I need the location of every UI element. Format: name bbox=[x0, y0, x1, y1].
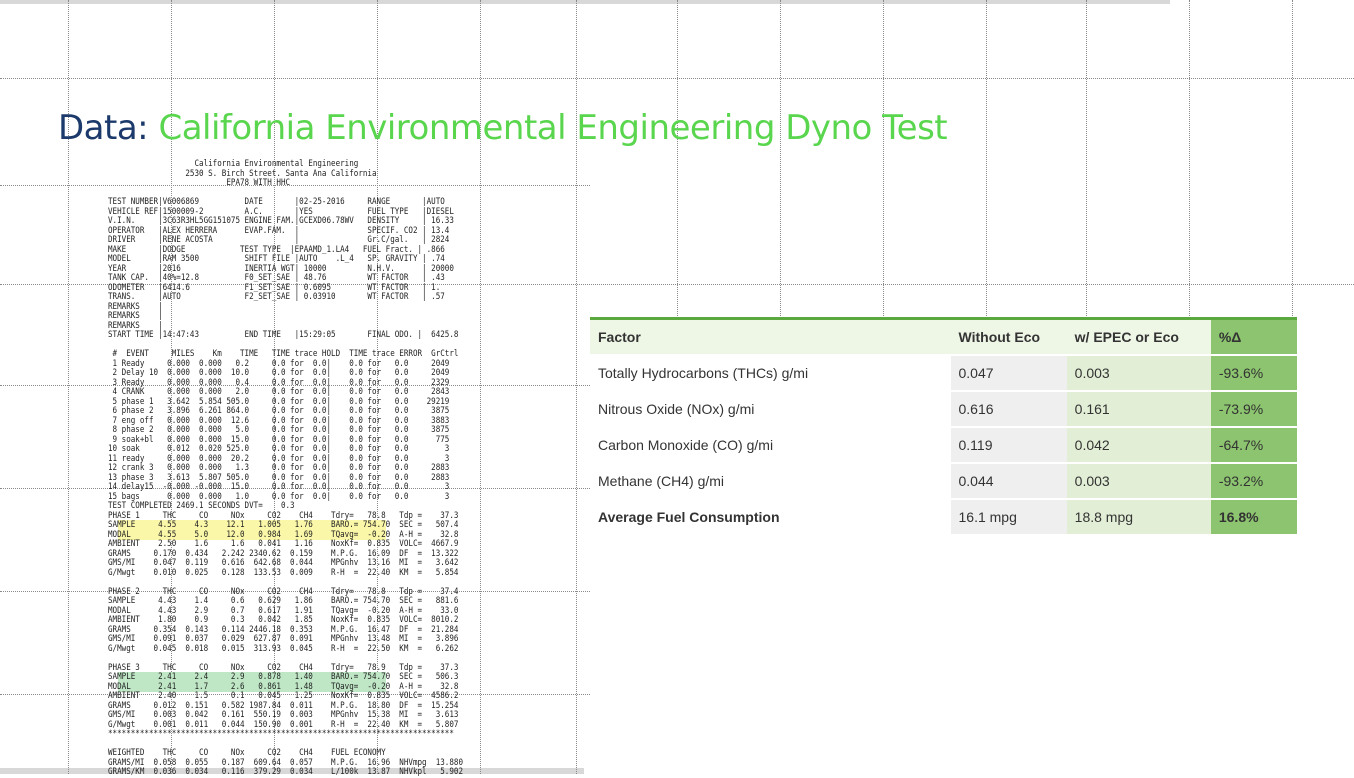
header-factor: Factor bbox=[590, 317, 951, 356]
page-title: Data: California Environmental Engineeri… bbox=[58, 108, 948, 148]
table-header-row: Factor Without Eco w/ EPEC or Eco %Δ bbox=[590, 317, 1297, 356]
cell-factor: Totally Hydrocarbons (THCs) g/mi bbox=[590, 355, 951, 392]
header-with-epec: w/ EPEC or Eco bbox=[1066, 317, 1211, 356]
cell-delta: 16.8% bbox=[1210, 499, 1297, 536]
cell-without-eco: 0.044 bbox=[950, 463, 1067, 500]
cell-delta: -93.2% bbox=[1210, 463, 1297, 500]
cell-factor: Nitrous Oxide (NOx) g/mi bbox=[590, 391, 951, 428]
table-row: Methane (CH4) g/mi 0.044 0.003 -93.2% bbox=[590, 463, 1297, 500]
grid-line bbox=[1292, 0, 1293, 320]
table-row-summary: Average Fuel Consumption 16.1 mpg 18.8 m… bbox=[590, 499, 1297, 536]
cell-delta: -73.9% bbox=[1210, 391, 1297, 428]
table-row: Totally Hydrocarbons (THCs) g/mi 0.047 0… bbox=[590, 355, 1297, 392]
cell-with-epec: 0.042 bbox=[1066, 427, 1211, 464]
title-text: California Environmental Engineering Dyn… bbox=[158, 108, 948, 148]
header-delta: %Δ bbox=[1210, 317, 1297, 356]
cell-factor: Methane (CH4) g/mi bbox=[590, 463, 951, 500]
top-border-bar bbox=[0, 0, 1170, 4]
factor-comparison-table: Factor Without Eco w/ EPEC or Eco %Δ Tot… bbox=[590, 317, 1297, 536]
cell-with-epec: 18.8 mpg bbox=[1066, 499, 1211, 536]
grid-line bbox=[677, 0, 678, 320]
cell-with-epec: 0.161 bbox=[1066, 391, 1211, 428]
title-label: Data: bbox=[58, 108, 149, 148]
header-without-eco: Without Eco bbox=[950, 317, 1067, 356]
cell-with-epec: 0.003 bbox=[1066, 355, 1211, 392]
cell-without-eco: 0.119 bbox=[950, 427, 1067, 464]
cell-factor: Average Fuel Consumption bbox=[590, 499, 951, 536]
grid-line bbox=[1189, 0, 1190, 320]
cell-delta: -64.7% bbox=[1210, 427, 1297, 464]
cell-factor: Carbon Monoxide (CO) g/mi bbox=[590, 427, 951, 464]
grid-line bbox=[986, 0, 987, 320]
table-row: Carbon Monoxide (CO) g/mi 0.119 0.042 -6… bbox=[590, 427, 1297, 464]
cell-without-eco: 0.616 bbox=[950, 391, 1067, 428]
cell-without-eco: 16.1 mpg bbox=[950, 499, 1067, 536]
table-row: Nitrous Oxide (NOx) g/mi 0.616 0.161 -73… bbox=[590, 391, 1297, 428]
cell-with-epec: 0.003 bbox=[1066, 463, 1211, 500]
cell-delta: -93.6% bbox=[1210, 355, 1297, 392]
cell-without-eco: 0.047 bbox=[950, 355, 1067, 392]
dyno-test-report: California Environmental Engineering 253… bbox=[108, 159, 583, 776]
report-text: California Environmental Engineering 253… bbox=[108, 159, 464, 777]
grid-line bbox=[780, 0, 781, 320]
